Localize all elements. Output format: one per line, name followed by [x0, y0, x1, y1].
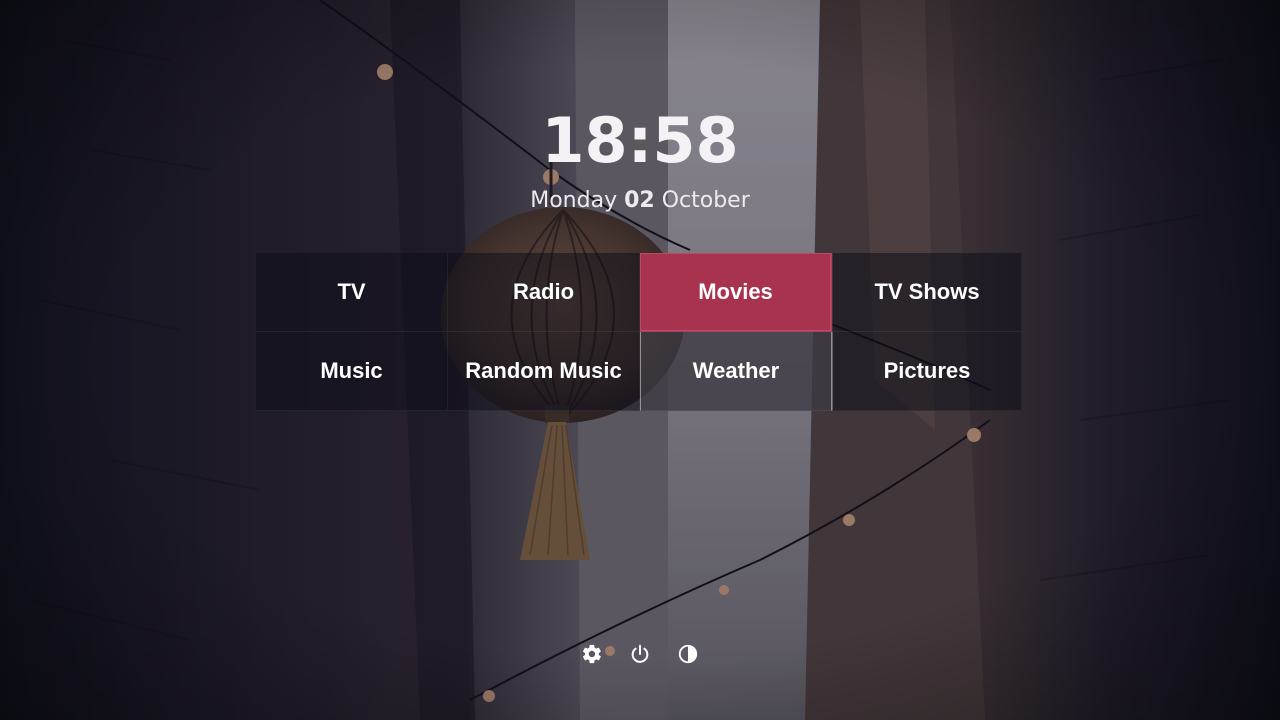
date-month: October — [661, 188, 750, 213]
menu-item-random-music[interactable]: Random Music — [448, 332, 640, 411]
menu-item-radio[interactable]: Radio — [448, 253, 640, 332]
menu-item-label: Weather — [692, 358, 780, 383]
menu-item-label: Movies — [698, 279, 773, 304]
menu-item-label: Music — [320, 358, 383, 383]
menu-item-label: Pictures — [883, 358, 971, 383]
system-controls — [577, 641, 703, 667]
menu-item-music[interactable]: Music — [256, 332, 448, 411]
menu-item-movies[interactable]: Movies — [640, 253, 832, 332]
menu-item-weather[interactable]: Weather — [640, 332, 832, 411]
power-button[interactable] — [627, 641, 653, 667]
main-menu: TV Radio Movies TV Shows Music Random Mu… — [256, 253, 1022, 411]
gear-icon — [582, 644, 601, 664]
date-weekday: Monday — [530, 188, 618, 213]
clock-date: Monday 02 October — [0, 186, 1280, 216]
power-icon — [631, 644, 649, 663]
menu-item-label: Radio — [512, 279, 575, 304]
date-day: 02 — [624, 188, 655, 213]
menu-item-tv[interactable]: TV — [256, 253, 448, 332]
home-screen: 18:58 Monday 02 October TV Radio Movies TV… — [0, 0, 1280, 720]
menu-item-tv-shows[interactable]: TV Shows — [832, 253, 1022, 332]
menu-item-label: TV Shows — [874, 279, 980, 304]
menu-item-pictures[interactable]: Pictures — [832, 332, 1022, 411]
menu-item-label: TV — [337, 279, 366, 304]
settings-button[interactable] — [579, 641, 605, 667]
menu-item-label: Random Music — [465, 358, 622, 383]
clock-time: 18:58 — [541, 104, 739, 177]
theme-button[interactable] — [675, 641, 701, 667]
theme-contrast-icon — [678, 644, 698, 664]
